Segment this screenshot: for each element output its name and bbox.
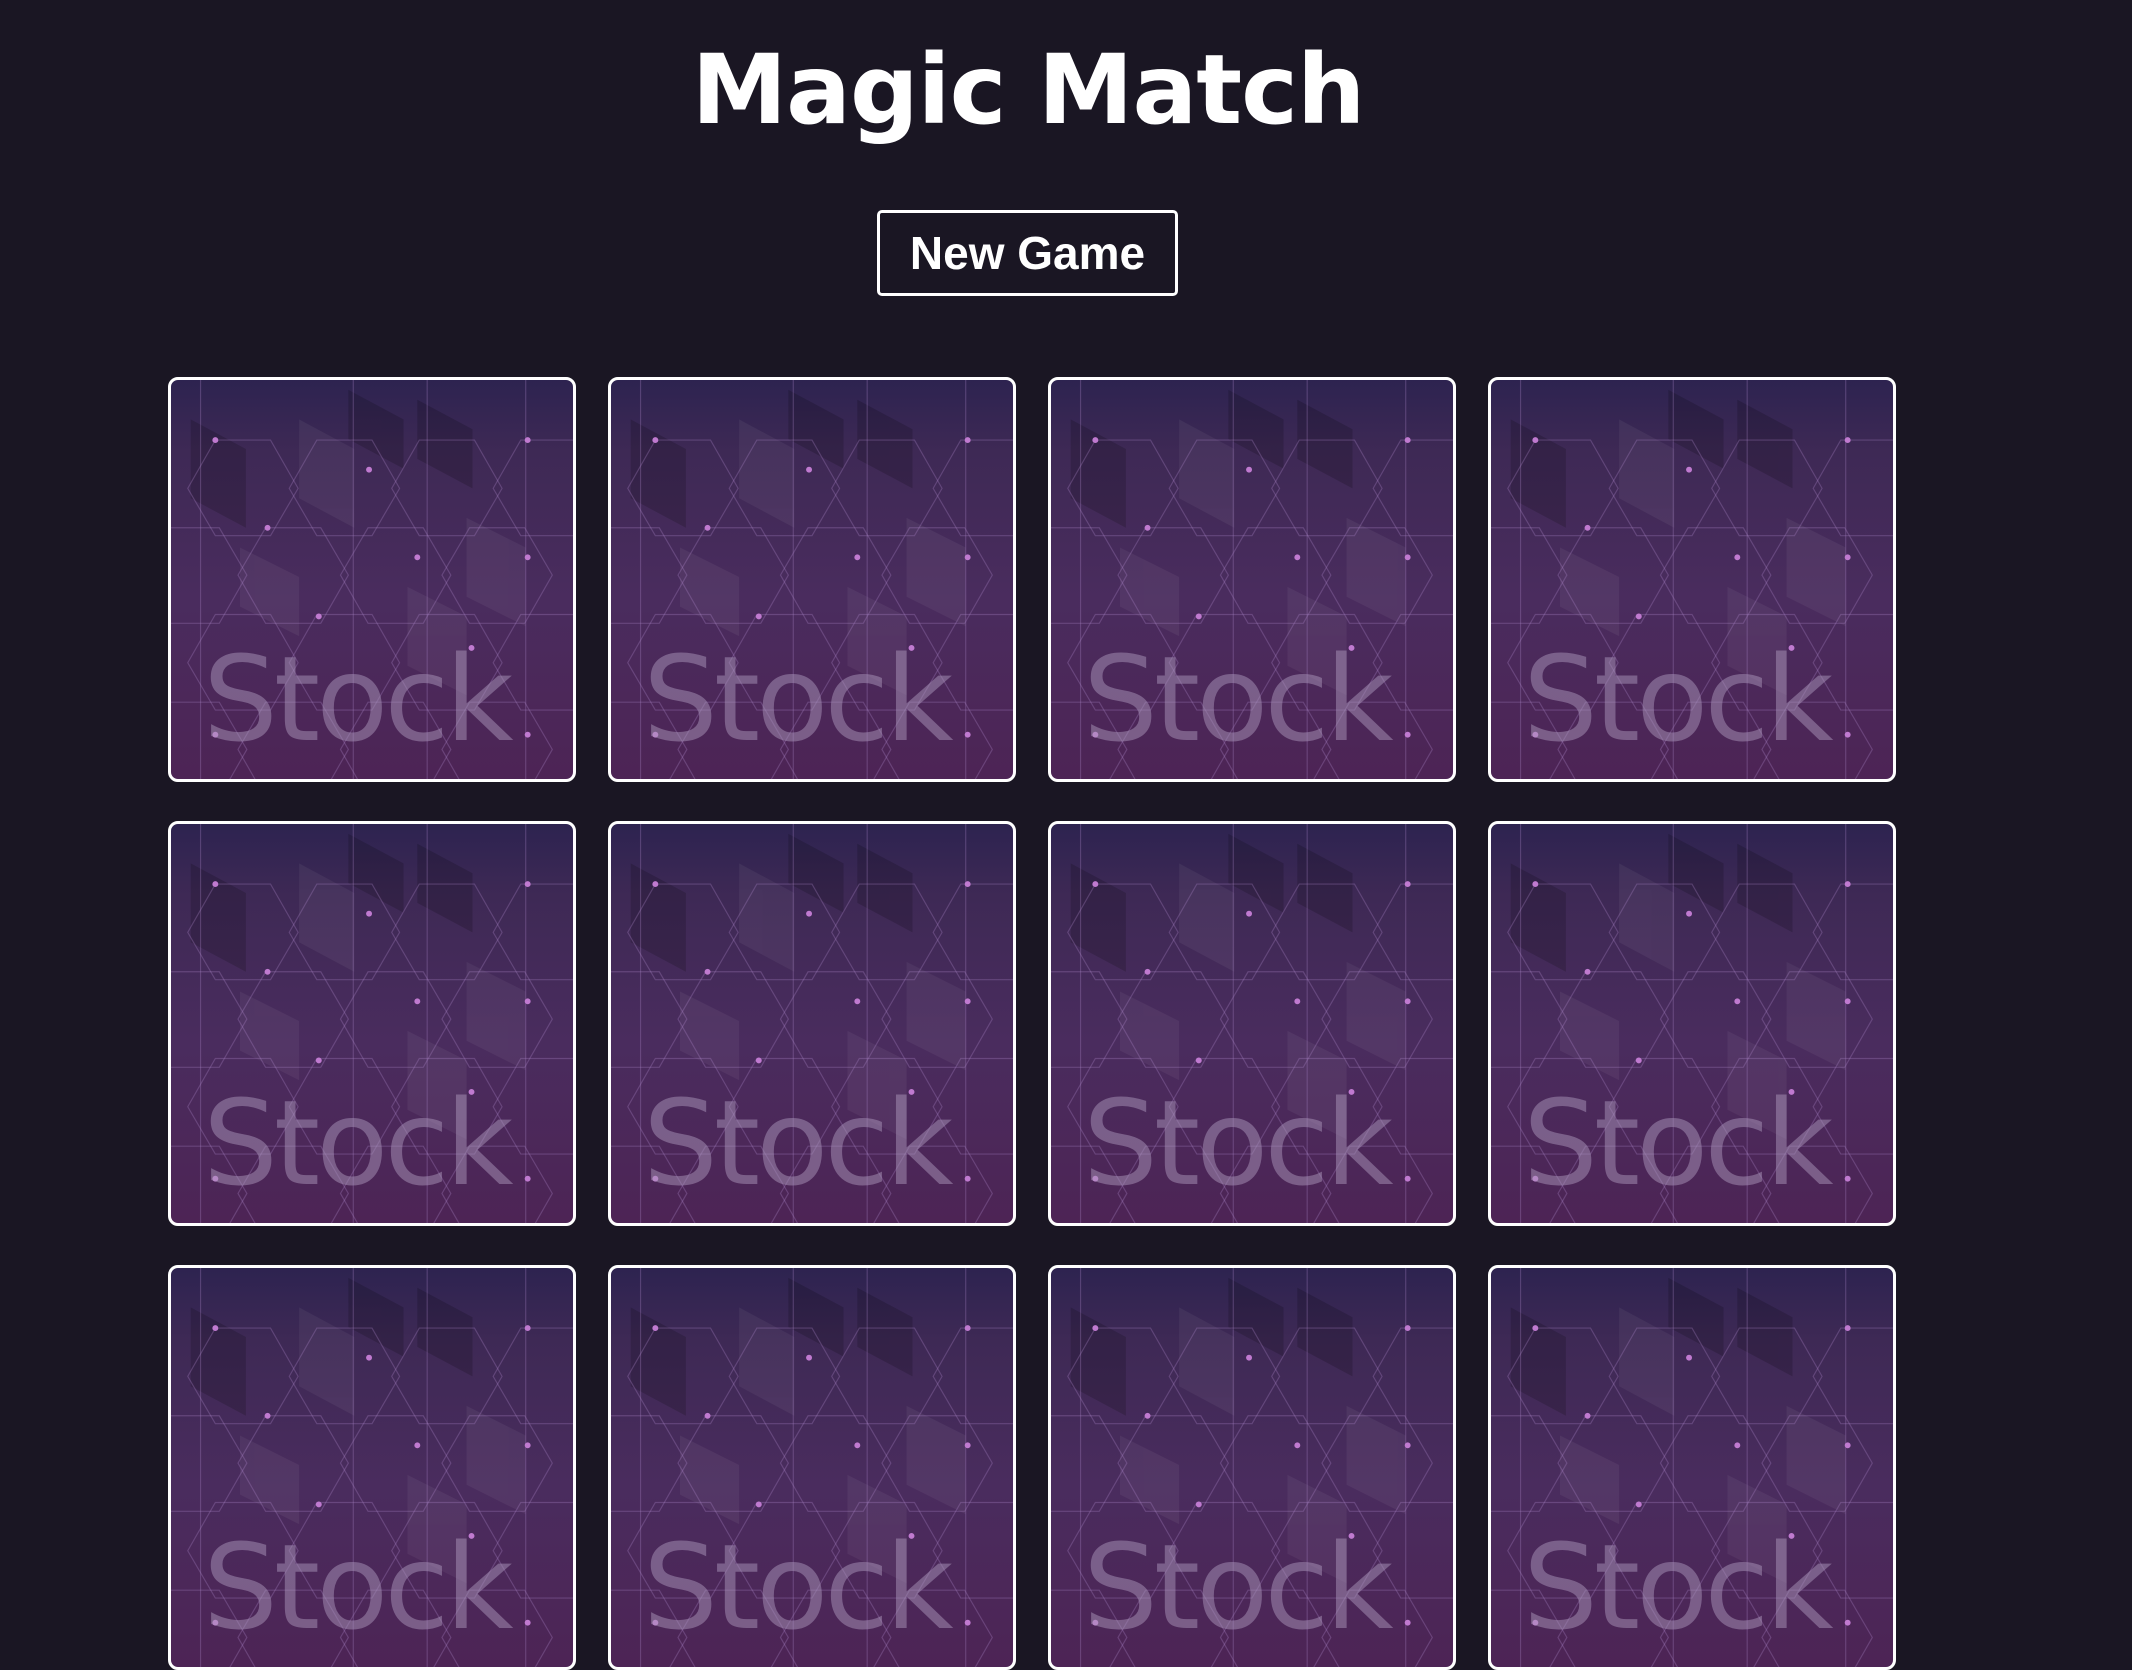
card-back-watermark: Stock	[643, 1074, 954, 1212]
card-back-watermark: Stock	[1083, 1518, 1394, 1656]
memory-card[interactable]: Stock	[608, 1265, 1016, 1670]
new-game-button[interactable]: New Game	[877, 210, 1178, 296]
card-back-watermark: Stock	[203, 1518, 514, 1656]
card-back-watermark: Stock	[1523, 630, 1834, 768]
card-back-watermark: Stock	[1523, 1518, 1834, 1656]
memory-card[interactable]: Stock	[1488, 377, 1896, 782]
memory-card[interactable]: Stock	[1488, 821, 1896, 1226]
memory-card[interactable]: Stock	[608, 821, 1016, 1226]
memory-card[interactable]: Stock	[608, 377, 1016, 782]
card-back-watermark: Stock	[1083, 1074, 1394, 1212]
game-page: Magic Match New Game Stock Stock Stock S…	[0, 0, 2132, 1670]
memory-card[interactable]: Stock	[168, 821, 576, 1226]
memory-card[interactable]: Stock	[1048, 377, 1456, 782]
card-back-watermark: Stock	[1083, 630, 1394, 768]
game-title: Magic Match	[691, 34, 1366, 146]
card-back-watermark: Stock	[643, 630, 954, 768]
memory-card[interactable]: Stock	[168, 1265, 576, 1670]
memory-card[interactable]: Stock	[1048, 821, 1456, 1226]
card-back-watermark: Stock	[643, 1518, 954, 1656]
card-grid: Stock Stock Stock Stock Stock Stock Stoc…	[168, 377, 1896, 1670]
memory-card[interactable]: Stock	[168, 377, 576, 782]
card-back-watermark: Stock	[203, 1074, 514, 1212]
memory-card[interactable]: Stock	[1048, 1265, 1456, 1670]
card-back-watermark: Stock	[1523, 1074, 1834, 1212]
card-back-watermark: Stock	[203, 630, 514, 768]
memory-card[interactable]: Stock	[1488, 1265, 1896, 1670]
